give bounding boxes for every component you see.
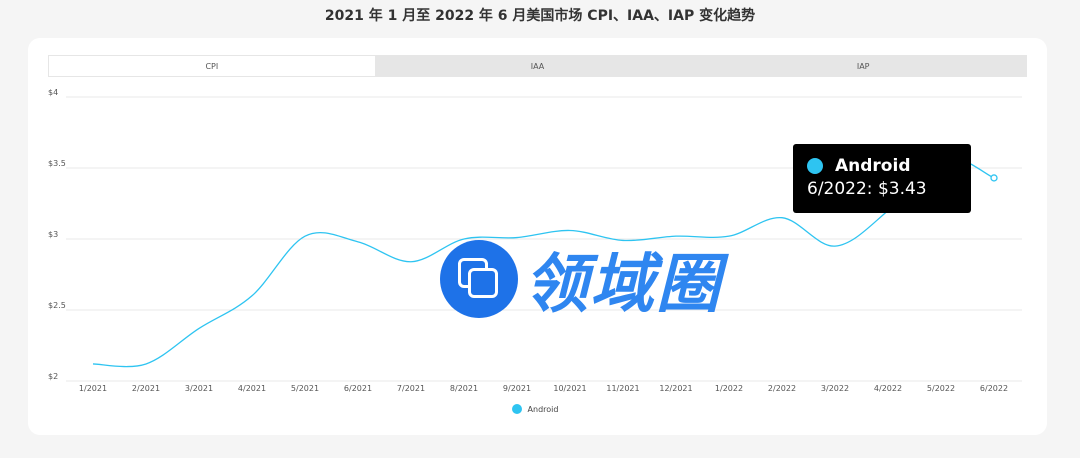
watermark-logo-square-front — [468, 268, 498, 298]
line-chart: $2 $2.5 $3 $3.5 $4 1/2021 2/2021 3/2021 4/2021 5/… — [48, 88, 1022, 393]
x-tick-label: 10/2021 — [553, 384, 586, 393]
x-tick-label: 9/2021 — [503, 384, 531, 393]
y-tick-label: $2.5 — [48, 301, 66, 310]
watermark: 领域圈 — [440, 238, 722, 322]
x-tick-label: 1/2022 — [715, 384, 743, 393]
x-tick-label: 6/2022 — [980, 384, 1008, 393]
watermark-text: 领域圈 — [524, 248, 722, 322]
x-tick-label: 6/2021 — [344, 384, 372, 393]
y-tick-label: $3.5 — [48, 159, 66, 168]
x-tick-label: 4/2022 — [874, 384, 902, 393]
y-tick-label: $4 — [48, 88, 58, 97]
tooltip-series-marker — [807, 158, 823, 174]
y-tick-label: $3 — [48, 230, 58, 239]
x-tick-label: 1/2021 — [79, 384, 107, 393]
legend-marker-android[interactable] — [511, 404, 522, 414]
x-tick-label: 5/2021 — [291, 384, 319, 393]
chart-tooltip: Android 6/2022: $3.43 — [793, 144, 971, 213]
x-tick-label: 7/2021 — [397, 384, 425, 393]
x-tick-label: 12/2021 — [659, 384, 692, 393]
tooltip-series-name: Android — [835, 156, 911, 176]
x-tick-label: 5/2022 — [927, 384, 955, 393]
x-tick-label: 3/2022 — [821, 384, 849, 393]
x-tick-label: 4/2021 — [238, 384, 266, 393]
y-tick-label: $2 — [48, 372, 58, 381]
x-tick-label: 11/2021 — [606, 384, 639, 393]
x-tick-label: 2/2021 — [132, 384, 160, 393]
legend-label-android[interactable]: Android — [528, 405, 559, 414]
x-tick-label: 8/2021 — [450, 384, 478, 393]
watermark-logo-icon — [440, 240, 518, 318]
series-point-android — [990, 174, 998, 182]
x-tick-label: 2/2022 — [768, 384, 796, 393]
chart-legend: Android — [0, 404, 1070, 414]
x-tick-label: 3/2021 — [185, 384, 213, 393]
tooltip-value: 6/2022: $3.43 — [807, 179, 927, 199]
